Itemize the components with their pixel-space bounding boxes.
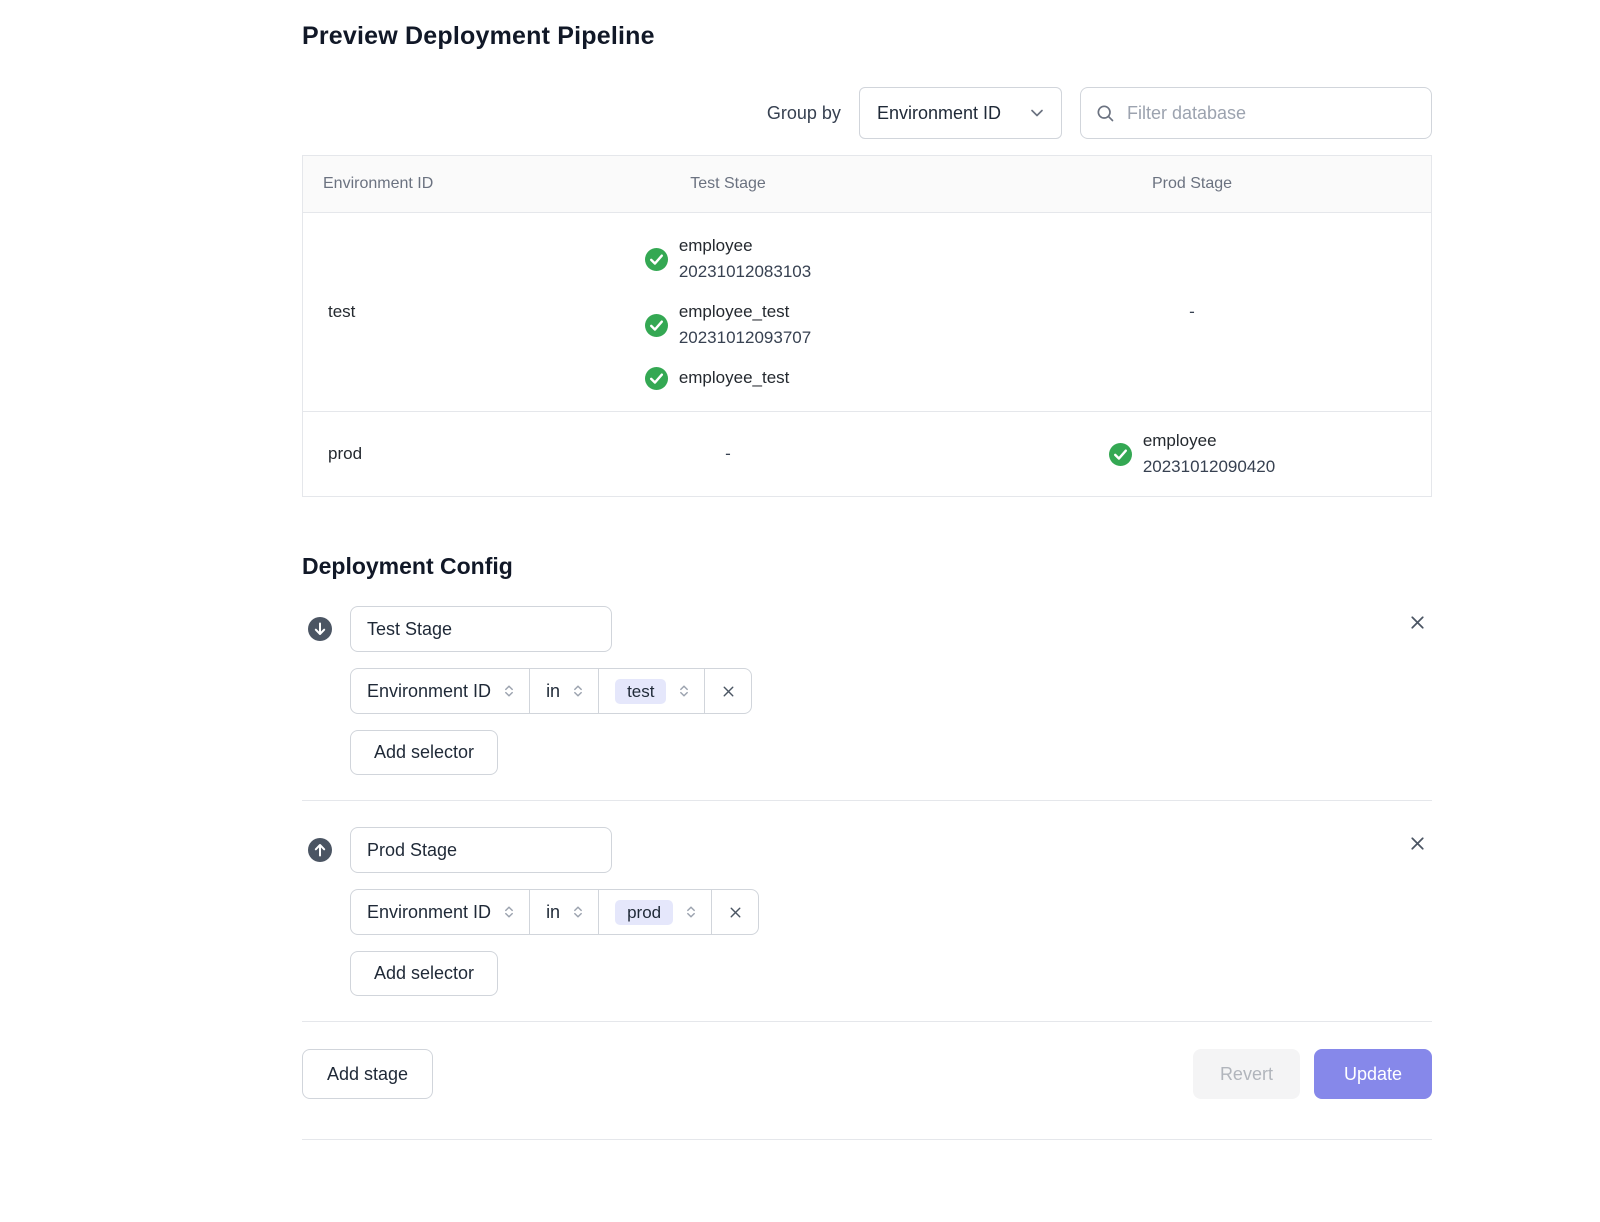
selector-key-select[interactable]: Environment ID — [350, 889, 530, 935]
close-icon — [727, 904, 744, 921]
database-item: employee 20231012090420 — [1109, 428, 1275, 480]
unfold-chevrons-icon — [501, 683, 517, 699]
close-icon — [1407, 621, 1428, 636]
check-circle-icon — [645, 314, 668, 337]
column-header-environment-id: Environment ID — [303, 175, 503, 193]
database-version: 20231012083103 — [679, 259, 811, 285]
pipeline-table: Environment ID Test Stage Prod Stage tes… — [302, 155, 1432, 497]
divider — [302, 1139, 1432, 1140]
selector-row: Environment ID in prod — [350, 889, 759, 935]
group-by-label: Group by — [767, 103, 841, 124]
database-version: 20231012090420 — [1143, 454, 1275, 480]
stage-name-input[interactable] — [350, 827, 612, 873]
selector-value-select[interactable]: prod — [598, 889, 712, 935]
selector-operator-value: in — [546, 681, 560, 702]
database-version: 20231012093707 — [679, 325, 811, 351]
deployment-config-title: Deployment Config — [302, 553, 1432, 580]
environment-cell: prod — [303, 412, 503, 496]
revert-button[interactable]: Revert — [1193, 1049, 1300, 1099]
group-by-select[interactable]: Environment ID — [859, 87, 1062, 139]
database-item: employee 20231012083103 — [645, 233, 811, 285]
selector-key-select[interactable]: Environment ID — [350, 668, 530, 714]
database-item: employee_test 20231012093707 — [645, 299, 811, 351]
arrow-down-circle-icon — [308, 617, 332, 641]
remove-selector-button[interactable] — [704, 668, 752, 714]
prod-stage-cell: employee 20231012090420 — [953, 412, 1431, 496]
stage-name-input[interactable] — [350, 606, 612, 652]
update-button[interactable]: Update — [1314, 1049, 1432, 1099]
database-name: employee — [1143, 428, 1275, 454]
selector-value-tag: prod — [615, 900, 673, 925]
selector-value-tag: test — [615, 679, 666, 704]
column-header-prod-stage: Prod Stage — [953, 175, 1431, 193]
table-row-prod: prod - employee 20231012090420 — [303, 412, 1431, 496]
selector-row: Environment ID in test — [350, 668, 752, 714]
page-title: Preview Deployment Pipeline — [302, 22, 1432, 51]
test-stage-empty: - — [503, 412, 953, 496]
unfold-chevrons-icon — [683, 904, 699, 920]
main-content: Preview Deployment Pipeline Group by Env… — [302, 22, 1432, 1140]
toolbar: Group by Environment ID — [302, 87, 1432, 139]
prod-stage-empty: - — [953, 213, 1431, 411]
remove-stage-button[interactable] — [1403, 608, 1432, 637]
arrow-up-circle-icon — [308, 838, 332, 862]
add-stage-button[interactable]: Add stage — [302, 1049, 433, 1099]
database-name: employee — [679, 233, 811, 259]
group-by-value: Environment ID — [877, 103, 1001, 124]
stage-test: Environment ID in test — [302, 606, 1432, 775]
remove-selector-button[interactable] — [711, 889, 759, 935]
stage-prod: Environment ID in prod — [302, 827, 1432, 996]
test-stage-cell: employee 20231012083103 employee_test 20… — [503, 213, 953, 411]
search-icon — [1095, 103, 1115, 123]
filter-database-box — [1080, 87, 1432, 139]
check-circle-icon — [645, 248, 668, 271]
bottom-actions: Add stage Revert Update — [302, 1049, 1432, 1099]
table-row-test: test employee 20231012083103 — [303, 213, 1431, 412]
database-name: employee_test — [679, 365, 790, 391]
divider — [302, 800, 1432, 801]
filter-database-input[interactable] — [1125, 102, 1417, 125]
unfold-chevrons-icon — [676, 683, 692, 699]
unfold-chevrons-icon — [570, 683, 586, 699]
selector-operator-select[interactable]: in — [529, 889, 599, 935]
remove-stage-button[interactable] — [1403, 829, 1432, 858]
selector-key-value: Environment ID — [367, 681, 491, 702]
database-item: employee_test — [645, 365, 790, 391]
unfold-chevrons-icon — [570, 904, 586, 920]
database-name: employee_test — [679, 299, 811, 325]
selector-value-select[interactable]: test — [598, 668, 705, 714]
selector-operator-select[interactable]: in — [529, 668, 599, 714]
check-circle-icon — [645, 367, 668, 390]
column-header-test-stage: Test Stage — [503, 175, 953, 193]
unfold-chevrons-icon — [501, 904, 517, 920]
divider — [302, 1021, 1432, 1022]
selector-operator-value: in — [546, 902, 560, 923]
chevron-down-icon — [1027, 103, 1047, 123]
add-selector-button[interactable]: Add selector — [350, 730, 498, 775]
close-icon — [720, 683, 737, 700]
check-circle-icon — [1109, 443, 1132, 466]
pipeline-table-header: Environment ID Test Stage Prod Stage — [303, 156, 1431, 213]
add-selector-button[interactable]: Add selector — [350, 951, 498, 996]
close-icon — [1407, 842, 1428, 857]
environment-cell: test — [303, 213, 503, 411]
selector-key-value: Environment ID — [367, 902, 491, 923]
